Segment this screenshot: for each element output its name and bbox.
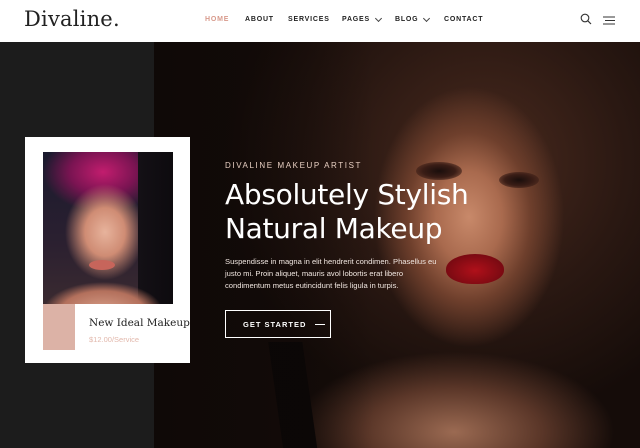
search-icon[interactable]: [580, 13, 592, 25]
hero-photo-eye: [499, 172, 539, 188]
hero-title-line-1: Absolutely Stylish: [225, 178, 469, 211]
card-title[interactable]: New Ideal Makeup: [89, 317, 190, 329]
hamburger-menu-icon[interactable]: [603, 16, 615, 25]
arrow-right-icon: [315, 323, 326, 325]
nav-services[interactable]: SERVICES: [288, 16, 342, 23]
get-started-button[interactable]: GET STARTED: [225, 310, 331, 338]
chevron-down-icon: [374, 14, 383, 22]
site-header: Divaline. HOME ABOUT SERVICES PAGES BLOG…: [0, 0, 640, 42]
nav-home[interactable]: HOME: [205, 16, 245, 23]
hero-title: Absolutely Stylish Natural Makeup: [225, 178, 485, 246]
nav-blog[interactable]: BLOG: [395, 14, 444, 23]
card-model-photo: [43, 152, 173, 304]
card-info: New Ideal Makeup $12.00/Service: [75, 304, 190, 350]
hero-photo-lips: [446, 254, 504, 284]
hero-eyebrow: DIVALINE MAKEUP ARTIST: [225, 161, 363, 170]
nav-contact[interactable]: CONTACT: [444, 16, 483, 23]
card-photo-mouth: [89, 260, 115, 270]
get-started-label: GET STARTED: [243, 319, 307, 329]
card-photo-lower: [43, 304, 75, 350]
hero-description: Suspendisse in magna in elit hendrerit c…: [225, 257, 437, 290]
nav-about[interactable]: ABOUT: [245, 16, 288, 23]
card-price: $12.00/Service: [89, 335, 140, 344]
nav-pages[interactable]: PAGES: [342, 14, 395, 23]
site-logo[interactable]: Divaline.: [24, 7, 120, 31]
hero-title-line-2: Natural Makeup: [225, 212, 443, 245]
chevron-down-icon: [423, 14, 431, 22]
service-card[interactable]: New Ideal Makeup $12.00/Service: [25, 137, 190, 363]
main-nav: HOME ABOUT SERVICES PAGES BLOG CONTACT: [205, 14, 483, 23]
card-photo-shoulder: [43, 272, 173, 304]
